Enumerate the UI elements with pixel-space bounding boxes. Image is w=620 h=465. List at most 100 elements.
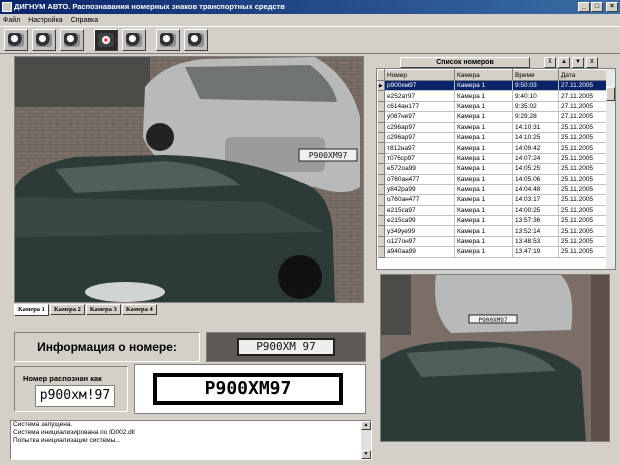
- exit-button[interactable]: [184, 29, 208, 51]
- cell-camera[interactable]: Камера 1: [454, 246, 513, 258]
- cell-time[interactable]: 14:10:31: [512, 122, 559, 133]
- cell-plate[interactable]: о760ан477: [384, 194, 455, 206]
- cell-plate[interactable]: е215са99: [384, 215, 455, 227]
- menu-settings[interactable]: Настройка: [28, 17, 62, 24]
- camera-settings-button[interactable]: [122, 29, 146, 51]
- table-row[interactable]: у349уе99 Камера 1 13:52:14 25.11.2005: [377, 225, 607, 237]
- column-header-plate[interactable]: Номер: [384, 69, 455, 81]
- cell-plate[interactable]: е215ca97: [384, 205, 455, 217]
- cell-plate[interactable]: с296ар97: [384, 132, 455, 144]
- grid-scroll-thumb[interactable]: [606, 87, 615, 101]
- table-row[interactable]: е215са99 Камера 1 13:57:36 25.11.2005: [377, 215, 607, 227]
- cell-time[interactable]: 9:29:28: [512, 111, 559, 123]
- log-scrollbar[interactable]: ▲ ▼: [361, 421, 371, 459]
- scroll-down-arrow-icon[interactable]: ▼: [361, 450, 371, 459]
- table-row[interactable]: о127он97 Камера 1 13:48:53 25.11.2005: [377, 236, 607, 248]
- table-row[interactable]: т812на97 Камера 1 14:09:42 25.11.2005: [377, 142, 607, 154]
- tab-camera-1[interactable]: Камера 1: [14, 304, 49, 316]
- cell-date[interactable]: 25.11.2005: [558, 194, 607, 206]
- cell-plate[interactable]: о127он97: [384, 236, 455, 248]
- cell-time[interactable]: 13:52:14: [512, 225, 559, 237]
- table-row[interactable]: а940аа99 Камера 1 13:47:19 25.11.2005: [377, 246, 607, 258]
- cell-date[interactable]: 25.11.2005: [558, 236, 607, 248]
- table-row[interactable]: о760ан477 Камера 1 14:03:17 25.11.2005: [377, 194, 607, 206]
- table-row[interactable]: с614ан177 Камера 1 9:35:02 27.11.2005: [377, 101, 607, 113]
- minimize-button[interactable]: _: [578, 2, 590, 12]
- cell-time[interactable]: 14:00:25: [512, 205, 559, 217]
- cell-time[interactable]: 14:04:48: [512, 184, 559, 196]
- cell-date[interactable]: 25.11.2005: [558, 225, 607, 237]
- cell-time[interactable]: 9:40:10: [512, 90, 559, 102]
- cell-camera[interactable]: Камера 1: [454, 225, 513, 237]
- cell-camera[interactable]: Камера 1: [454, 236, 513, 248]
- cell-time[interactable]: 9:50:03: [512, 80, 559, 92]
- maximize-button[interactable]: □: [591, 2, 603, 12]
- table-row[interactable]: е252ат97 Камера 1 9:40:10 27.11.2005: [377, 90, 607, 102]
- cell-date[interactable]: 25.11.2005: [558, 132, 607, 144]
- cell-date[interactable]: 27.11.2005: [558, 80, 607, 92]
- cell-camera[interactable]: Камера 1: [454, 184, 513, 196]
- cell-date[interactable]: 27.11.2005: [558, 111, 607, 123]
- table-row[interactable]: у842ра99 Камера 1 14:04:48 25.11.2005: [377, 184, 607, 196]
- scroll-up-arrow-icon[interactable]: ▲: [361, 421, 371, 430]
- cell-plate[interactable]: е572оа99: [384, 163, 455, 175]
- cell-time[interactable]: 14:05:25: [512, 163, 559, 175]
- column-header-date[interactable]: Дата: [558, 69, 607, 81]
- first-record-button[interactable]: ⊼: [544, 56, 556, 68]
- table-row[interactable]: у087не97 Камера 1 9:29:28 27.11.2005: [377, 111, 607, 123]
- cell-date[interactable]: 25.11.2005: [558, 153, 607, 165]
- cell-plate[interactable]: р900хм97: [384, 80, 455, 92]
- camera-gear-tool-button[interactable]: [32, 29, 56, 51]
- cell-time[interactable]: 14:10:25: [512, 132, 559, 144]
- cell-plate[interactable]: т812на97: [384, 142, 455, 154]
- column-header-camera[interactable]: Камера: [454, 69, 513, 81]
- cell-time[interactable]: 14:05:06: [512, 174, 559, 185]
- cell-camera[interactable]: Камера 1: [454, 163, 513, 175]
- cell-camera[interactable]: Камера 1: [454, 101, 513, 113]
- tab-camera-3[interactable]: Камера 3: [85, 304, 121, 315]
- cell-camera[interactable]: Камера 1: [454, 153, 513, 165]
- cell-camera[interactable]: Камера 1: [454, 132, 513, 144]
- cell-camera[interactable]: Камера 1: [454, 80, 513, 92]
- cell-plate[interactable]: т076ср97: [384, 153, 455, 165]
- cell-camera[interactable]: Камера 1: [454, 194, 513, 206]
- table-row[interactable]: с296ар97 Камера 1 14:10:25 25.11.2005: [377, 132, 607, 144]
- close-button[interactable]: ×: [606, 2, 618, 12]
- cell-time[interactable]: 13:47:19: [512, 246, 559, 258]
- cell-date[interactable]: 25.11.2005: [558, 142, 607, 154]
- cell-time[interactable]: 14:07:24: [512, 153, 559, 165]
- tools-button[interactable]: [60, 29, 84, 51]
- cell-camera[interactable]: Камера 1: [454, 111, 513, 123]
- table-row[interactable]: т076ср97 Камера 1 14:07:24 25.11.2005: [377, 153, 607, 165]
- log-area[interactable]: Система запущена. Система инициализирова…: [10, 420, 372, 460]
- cell-plate[interactable]: с296ар97: [384, 122, 455, 133]
- cell-plate[interactable]: а940аа99: [384, 246, 455, 258]
- plate-list-grid[interactable]: Номер Камера Время Дата ▶ р900хм97 Камера …: [376, 68, 616, 270]
- cell-date[interactable]: 25.11.2005: [558, 205, 607, 217]
- table-row[interactable]: ▶ р900хм97 Камера 1 9:50:03 27.11.2005: [377, 80, 607, 92]
- cell-camera[interactable]: Камера 1: [454, 205, 513, 217]
- cell-plate[interactable]: у842ра99: [384, 184, 455, 196]
- cell-plate[interactable]: у349уе99: [384, 225, 455, 237]
- menu-file[interactable]: Файл: [3, 17, 20, 24]
- tab-camera-4[interactable]: Камера 4: [121, 304, 157, 315]
- cell-date[interactable]: 27.11.2005: [558, 90, 607, 102]
- cell-date[interactable]: 25.11.2005: [558, 246, 607, 258]
- cell-date[interactable]: 25.11.2005: [558, 184, 607, 196]
- settings-tool-button[interactable]: [4, 29, 28, 51]
- cell-camera[interactable]: Камера 1: [454, 122, 513, 133]
- cell-date[interactable]: 25.11.2005: [558, 122, 607, 133]
- cell-plate[interactable]: у087не97: [384, 111, 455, 123]
- cell-camera[interactable]: Камера 1: [454, 142, 513, 154]
- cell-camera[interactable]: Камера 1: [454, 215, 513, 227]
- cell-date[interactable]: 25.11.2005: [558, 174, 607, 185]
- table-row[interactable]: о760ан477 Камера 1 14:05:06 25.11.2005: [377, 174, 607, 185]
- menu-help[interactable]: Справка: [71, 17, 98, 24]
- cell-time[interactable]: 9:35:02: [512, 101, 559, 113]
- cell-plate[interactable]: е252ат97: [384, 90, 455, 102]
- cell-time[interactable]: 13:48:53: [512, 236, 559, 248]
- cell-date[interactable]: 25.11.2005: [558, 163, 607, 175]
- edit-button[interactable]: [156, 29, 180, 51]
- cell-date[interactable]: 27.11.2005: [558, 101, 607, 113]
- table-row[interactable]: е572оа99 Камера 1 14:05:25 25.11.2005: [377, 163, 607, 175]
